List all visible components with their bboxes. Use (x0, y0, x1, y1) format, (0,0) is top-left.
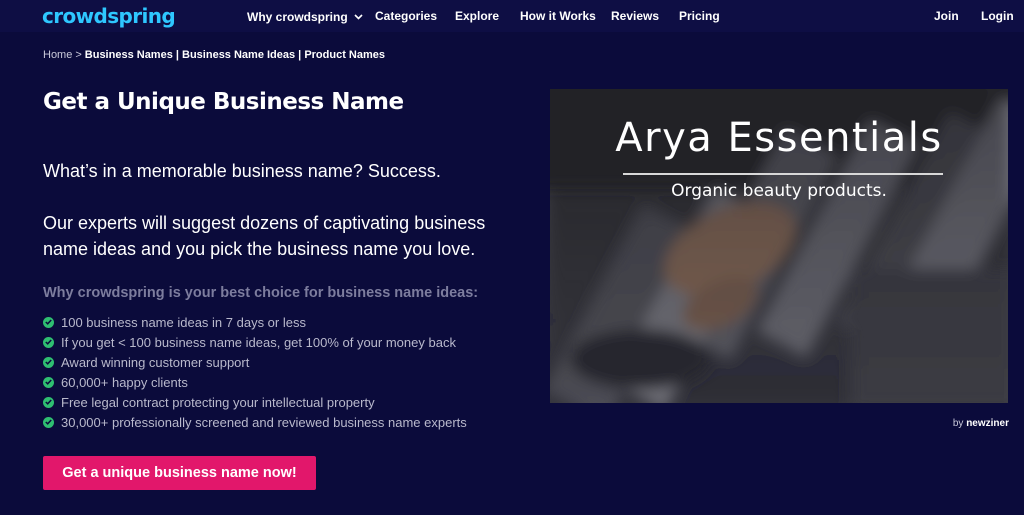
credit-by: by (952, 418, 964, 429)
showcase-tagline: Organic beauty products. (671, 181, 887, 201)
showcase-divider (623, 173, 943, 175)
feature-item: Free legal contract protecting your inte… (43, 392, 467, 412)
feature-text: If you get < 100 business name ideas, ge… (61, 334, 456, 350)
feature-item: If you get < 100 business name ideas, ge… (43, 332, 467, 352)
nav-categories[interactable]: Categories (375, 9, 437, 23)
nav-how-it-works[interactable]: How it Works (520, 9, 596, 23)
check-circle-icon (43, 356, 54, 368)
breadcrumb: Home > Business Names | Business Name Idea… (43, 49, 385, 61)
main-nav: Why crowdspring Categories Explore How i… (0, 9, 1024, 25)
hero-lead-description: Our experts will suggest dozens of capti… (43, 213, 486, 259)
nav-explore[interactable]: Explore (455, 9, 499, 23)
top-navigation-bar: crowdspring Why crowdspring Categories E… (0, 0, 1024, 32)
feature-text: 60,000+ happy clients (61, 374, 188, 390)
nav-login[interactable]: Login (981, 9, 1014, 23)
feature-list: 100 business name ideas in 7 days or les… (43, 312, 467, 432)
credit-author[interactable]: newziner (966, 418, 1009, 429)
showcase-brand-name: Arya Essentials (615, 115, 943, 161)
check-circle-icon (43, 376, 54, 388)
nav-pricing[interactable]: Pricing (679, 9, 720, 23)
showcase-image: Arya Essentials Organic beauty products. (550, 89, 1008, 403)
nav-join[interactable]: Join (934, 9, 959, 23)
nav-why-label: Why crowdspring (247, 10, 348, 24)
nav-reviews[interactable]: Reviews (611, 9, 659, 23)
feature-item: Award winning customer support (43, 352, 467, 372)
page-title: Get a Unique Business Name (43, 89, 404, 115)
feature-text: Free legal contract protecting your inte… (61, 394, 375, 410)
feature-item: 60,000+ happy clients (43, 372, 467, 392)
feature-text: Award winning customer support (61, 354, 250, 370)
hero-lead-question: What’s in a memorable business name? Suc… (43, 161, 441, 181)
breadcrumb-separator: > (75, 49, 82, 61)
breadcrumb-home[interactable]: Home (43, 49, 72, 61)
check-circle-icon (43, 416, 54, 428)
feature-text: 100 business name ideas in 7 days or les… (61, 314, 306, 330)
feature-text: 30,000+ professionally screened and revi… (61, 414, 467, 430)
nav-why-crowdspring[interactable]: Why crowdspring (247, 9, 363, 24)
check-circle-icon (43, 336, 54, 348)
chevron-down-icon (354, 9, 363, 23)
feature-item: 100 business name ideas in 7 days or les… (43, 312, 467, 332)
check-circle-icon (43, 396, 54, 408)
check-circle-icon (43, 316, 54, 328)
why-crowdspring-heading: Why crowdspring is your best choice for … (43, 285, 479, 301)
designer-credit: by newziner (953, 418, 1009, 429)
get-business-name-button[interactable]: Get a unique business name now! (43, 456, 316, 490)
breadcrumb-path[interactable]: Business Names | Business Name Ideas | P… (85, 49, 385, 61)
feature-item: 30,000+ professionally screened and revi… (43, 412, 467, 432)
